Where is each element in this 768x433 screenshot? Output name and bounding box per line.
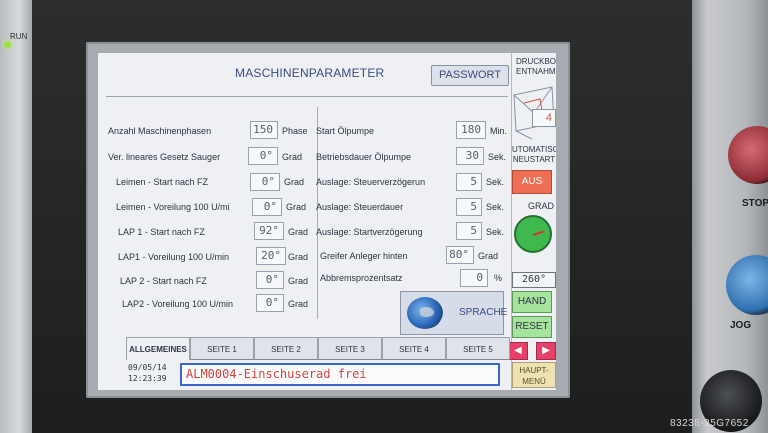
- param-value-field[interactable]: 5: [456, 198, 482, 216]
- run-indicator-led: [4, 41, 11, 48]
- param-unit: Grad: [288, 299, 309, 309]
- param-unit: Sek.: [486, 227, 505, 237]
- datetime-display: 09/05/14 12:23:39: [128, 362, 167, 384]
- param-unit: Sek.: [488, 152, 507, 162]
- param-unit: Sek.: [486, 177, 505, 187]
- jog-label: JOG: [730, 320, 752, 331]
- param-label: Auslage: Steuerverzögerun: [316, 177, 426, 187]
- sprache-label: SPRACHE: [459, 307, 508, 318]
- column-divider: [317, 107, 318, 319]
- param-label: Abbremsprozentsatz: [320, 273, 403, 283]
- haupt-line1: HAUPT-: [519, 366, 549, 375]
- param-label: Auslage: Startverzögerung: [316, 227, 423, 237]
- param-value-field[interactable]: 0°: [248, 147, 278, 165]
- druckbog-line2: ENTNAHME: [516, 67, 556, 76]
- tab-allgemeines[interactable]: ALLGEMEINES: [126, 337, 190, 360]
- param-value-field[interactable]: 5: [456, 222, 482, 240]
- param-unit: Grad: [288, 276, 309, 286]
- globe-icon: [407, 297, 443, 329]
- param-value-field[interactable]: 0: [460, 269, 488, 287]
- param-label: Start Ölpumpe: [316, 126, 375, 136]
- param-label: Ver. lineares Gesetz Sauger: [108, 152, 221, 162]
- param-label: LAP1 - Voreilung 100 U/min: [118, 252, 230, 262]
- dial-needle: [532, 230, 545, 236]
- haupt-line2: MENÜ: [522, 377, 546, 386]
- tab-seite-2[interactable]: SEITE 2: [254, 337, 318, 360]
- druckbogen-entnahme-label: DRUCKBOG. ENTNAHME: [516, 57, 556, 77]
- run-label: RUN: [10, 32, 28, 41]
- param-label: Leimen - Start nach FZ: [116, 177, 209, 187]
- param-unit: Grad: [284, 177, 305, 187]
- param-label: Leimen - Voreilung 100 U/mi: [116, 202, 230, 212]
- passwort-button[interactable]: PASSWORT: [431, 65, 509, 86]
- param-unit: %: [494, 273, 503, 283]
- tab-bar: ALLGEMEINES SEITE 1 SEITE 2 SEITE 3 SEIT…: [126, 337, 510, 360]
- watermark-text: 83238-25G7652: [670, 418, 749, 429]
- machine-left-panel: RUN: [0, 0, 32, 433]
- title-divider: [106, 96, 508, 97]
- machine-right-panel: [692, 0, 768, 433]
- angle-readout: 260°: [512, 272, 556, 288]
- param-value-field[interactable]: 5: [456, 173, 482, 191]
- param-label: LAP 1 - Start nach FZ: [118, 227, 205, 237]
- param-label: LAP2 - Voreilung 100 U/min: [122, 299, 234, 309]
- prev-page-button[interactable]: ◀: [508, 342, 528, 360]
- param-value-field[interactable]: 150: [250, 121, 278, 139]
- param-label: Auslage: Steuerdauer: [316, 202, 404, 212]
- druckbog-line1: DRUCKBOG.: [516, 57, 556, 66]
- tab-seite-1[interactable]: SEITE 1: [190, 337, 254, 360]
- param-unit: Phase: [282, 126, 308, 136]
- param-unit: Grad: [288, 252, 309, 262]
- auto-line2: NEUSTART: [512, 155, 556, 164]
- param-unit: Grad: [288, 227, 309, 237]
- tab-seite-3[interactable]: SEITE 3: [318, 337, 382, 360]
- tab-seite-5[interactable]: SEITE 5: [446, 337, 510, 360]
- param-unit: Grad: [478, 251, 499, 261]
- sprache-button[interactable]: SPRACHE: [400, 291, 508, 335]
- param-unit: Grad: [282, 152, 303, 162]
- param-value-field[interactable]: 0°: [250, 173, 280, 191]
- stop-label: STOP: [742, 198, 768, 209]
- angle-dial-gauge: [514, 215, 552, 253]
- param-unit: Sek.: [486, 202, 505, 212]
- param-label: Greifer Anleger hinten: [320, 251, 408, 261]
- tab-seite-4[interactable]: SEITE 4: [382, 337, 446, 360]
- param-value-field[interactable]: 20°: [256, 247, 286, 265]
- param-unit: Min.: [490, 126, 508, 136]
- param-value-field[interactable]: 30: [456, 147, 484, 165]
- right-arrow-icon: ▶: [542, 345, 550, 356]
- param-label: Anzahl Maschinenphasen: [108, 126, 212, 136]
- hand-button[interactable]: HAND: [512, 291, 552, 313]
- auto-line1: UTOMATISCHE: [512, 145, 556, 154]
- param-value-field[interactable]: 0°: [252, 198, 282, 216]
- grad-label: GRAD: [528, 201, 555, 211]
- aus-toggle-button[interactable]: AUS: [512, 170, 552, 194]
- param-value-field[interactable]: 0°: [256, 271, 284, 289]
- hmi-screen: MASCHINENPARAMETER PASSWORT Anzahl Masch…: [98, 53, 556, 390]
- sheet-counter-field[interactable]: 4: [532, 109, 556, 127]
- param-value-field[interactable]: 180: [456, 121, 486, 139]
- alarm-message-bar[interactable]: ALM0004-Einschuserad frei: [180, 363, 500, 386]
- reset-button[interactable]: RESET: [512, 316, 552, 338]
- page-title: MASCHINENPARAMETER: [235, 66, 385, 80]
- param-value-field[interactable]: 0°: [256, 294, 284, 312]
- param-value-field[interactable]: 92°: [254, 222, 284, 240]
- param-value-field[interactable]: 80°: [446, 246, 474, 264]
- auto-restart-label: UTOMATISCHE NEUSTART: [512, 145, 556, 165]
- param-unit: Grad: [286, 202, 307, 212]
- date-text: 09/05/14: [128, 363, 167, 372]
- hauptmenu-button[interactable]: HAUPT- MENÜ: [512, 362, 556, 388]
- param-label: LAP 2 - Start nach FZ: [120, 276, 207, 286]
- next-page-button[interactable]: ▶: [536, 342, 556, 360]
- param-label: Betriebsdauer Ölpumpe: [316, 152, 412, 162]
- time-text: 12:23:39: [128, 374, 167, 383]
- left-arrow-icon: ◀: [514, 345, 522, 356]
